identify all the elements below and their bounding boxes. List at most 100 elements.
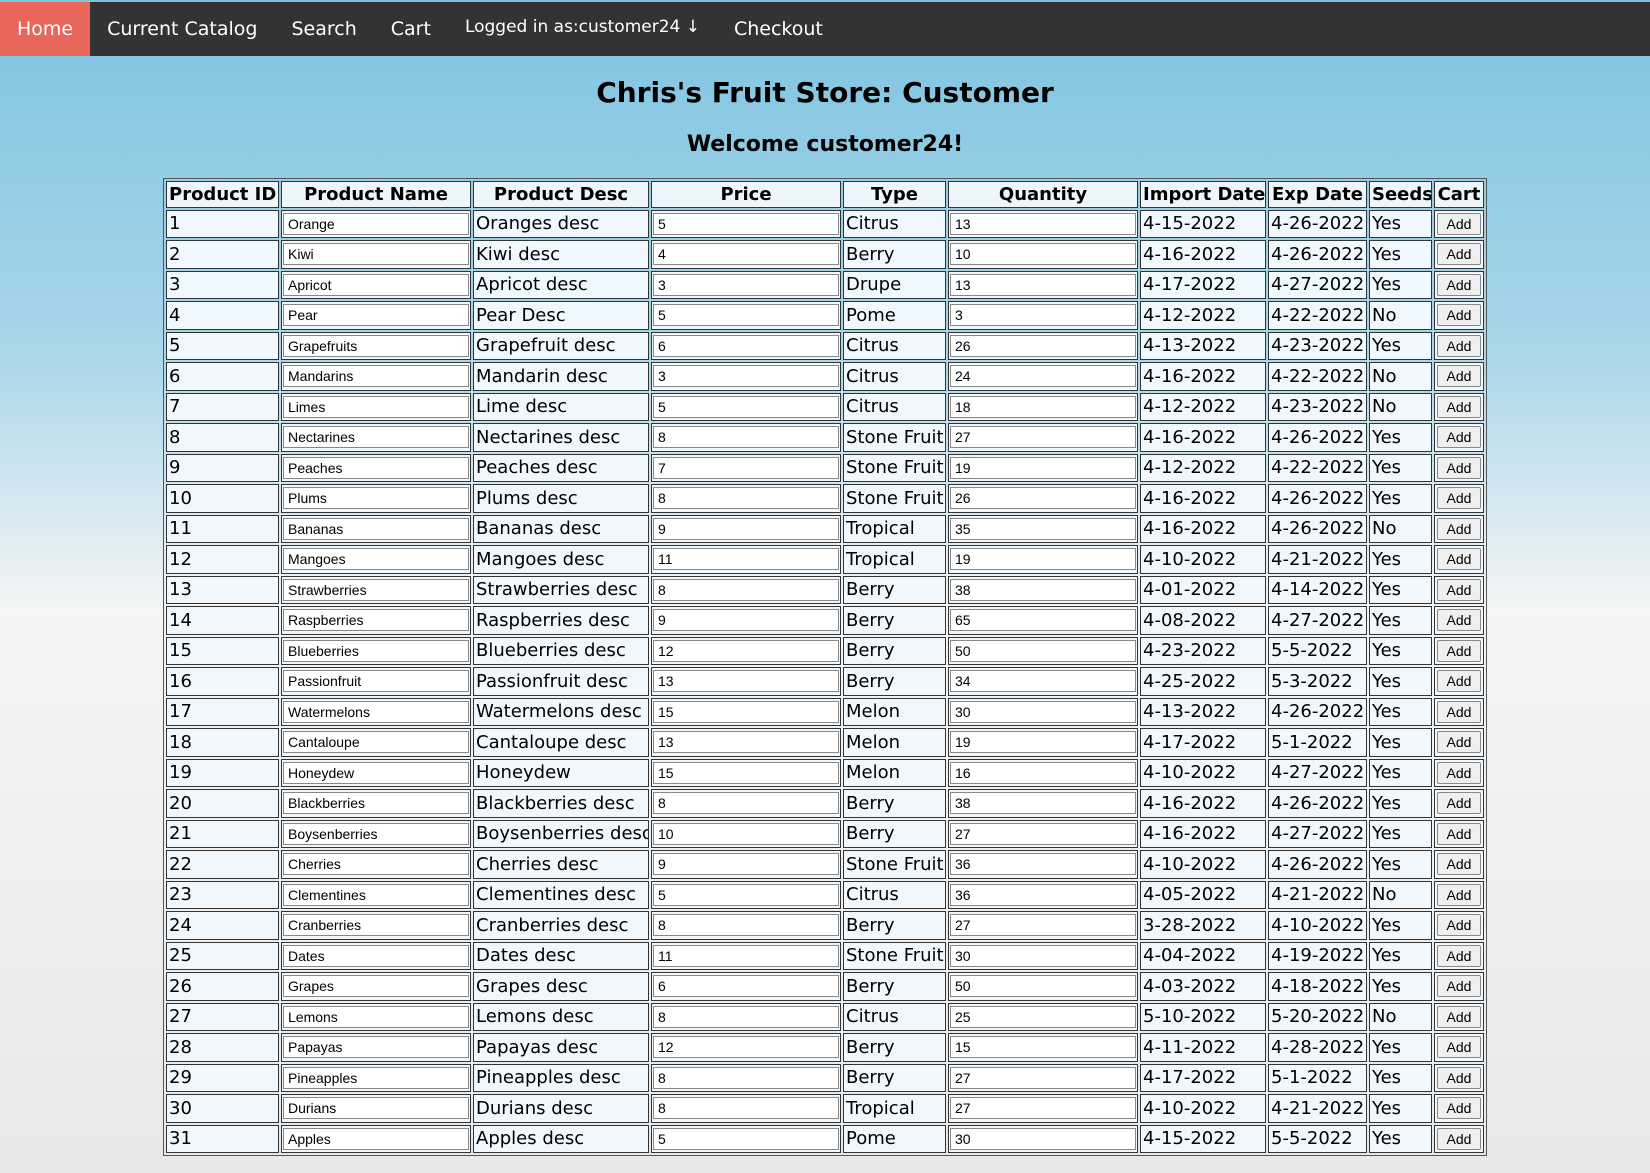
price-input[interactable]	[653, 700, 839, 723]
quantity-input[interactable]	[950, 792, 1136, 815]
price-input[interactable]	[653, 975, 839, 998]
product-name-input[interactable]	[283, 487, 469, 510]
price-input[interactable]	[653, 243, 839, 266]
product-name-input[interactable]	[283, 853, 469, 876]
product-name-input[interactable]	[283, 1127, 469, 1150]
product-name-input[interactable]	[283, 914, 469, 937]
add-to-cart-button[interactable]: Add	[1437, 1066, 1481, 1089]
add-to-cart-button[interactable]: Add	[1437, 792, 1481, 815]
quantity-input[interactable]	[950, 365, 1136, 388]
price-input[interactable]	[653, 670, 839, 693]
product-name-input[interactable]	[283, 395, 469, 418]
nav-checkout-link[interactable]: Checkout	[717, 2, 840, 56]
add-to-cart-button[interactable]: Add	[1437, 1127, 1481, 1150]
quantity-input[interactable]	[950, 334, 1136, 357]
price-input[interactable]	[653, 822, 839, 845]
quantity-input[interactable]	[950, 883, 1136, 906]
product-name-input[interactable]	[283, 944, 469, 967]
add-to-cart-button[interactable]: Add	[1437, 1097, 1481, 1120]
quantity-input[interactable]	[950, 487, 1136, 510]
add-to-cart-button[interactable]: Add	[1437, 944, 1481, 967]
product-name-input[interactable]	[283, 273, 469, 296]
product-name-input[interactable]	[283, 792, 469, 815]
price-input[interactable]	[653, 1097, 839, 1120]
product-name-input[interactable]	[283, 883, 469, 906]
product-name-input[interactable]	[283, 609, 469, 632]
add-to-cart-button[interactable]: Add	[1437, 639, 1481, 662]
price-input[interactable]	[653, 365, 839, 388]
product-name-input[interactable]	[283, 670, 469, 693]
add-to-cart-button[interactable]: Add	[1437, 1005, 1481, 1028]
price-input[interactable]	[653, 853, 839, 876]
product-name-input[interactable]	[283, 426, 469, 449]
product-name-input[interactable]	[283, 1005, 469, 1028]
product-name-input[interactable]	[283, 365, 469, 388]
product-name-input[interactable]	[283, 822, 469, 845]
add-to-cart-button[interactable]: Add	[1437, 487, 1481, 510]
quantity-input[interactable]	[950, 212, 1136, 235]
add-to-cart-button[interactable]: Add	[1437, 334, 1481, 357]
quantity-input[interactable]	[950, 1127, 1136, 1150]
price-input[interactable]	[653, 487, 839, 510]
quantity-input[interactable]	[950, 1097, 1136, 1120]
product-name-input[interactable]	[283, 1066, 469, 1089]
add-to-cart-button[interactable]: Add	[1437, 304, 1481, 327]
price-input[interactable]	[653, 883, 839, 906]
product-name-input[interactable]	[283, 334, 469, 357]
quantity-input[interactable]	[950, 1005, 1136, 1028]
quantity-input[interactable]	[950, 1066, 1136, 1089]
product-name-input[interactable]	[283, 243, 469, 266]
nav-cart-link[interactable]: Cart	[374, 2, 448, 56]
add-to-cart-button[interactable]: Add	[1437, 517, 1481, 540]
product-name-input[interactable]	[283, 1097, 469, 1120]
add-to-cart-button[interactable]: Add	[1437, 273, 1481, 296]
quantity-input[interactable]	[950, 1036, 1136, 1059]
add-to-cart-button[interactable]: Add	[1437, 426, 1481, 449]
price-input[interactable]	[653, 395, 839, 418]
quantity-input[interactable]	[950, 639, 1136, 662]
quantity-input[interactable]	[950, 731, 1136, 754]
add-to-cart-button[interactable]: Add	[1437, 700, 1481, 723]
add-to-cart-button[interactable]: Add	[1437, 365, 1481, 388]
price-input[interactable]	[653, 731, 839, 754]
price-input[interactable]	[653, 212, 839, 235]
add-to-cart-button[interactable]: Add	[1437, 731, 1481, 754]
product-name-input[interactable]	[283, 304, 469, 327]
quantity-input[interactable]	[950, 456, 1136, 479]
price-input[interactable]	[653, 1127, 839, 1150]
price-input[interactable]	[653, 792, 839, 815]
add-to-cart-button[interactable]: Add	[1437, 883, 1481, 906]
add-to-cart-button[interactable]: Add	[1437, 548, 1481, 571]
quantity-input[interactable]	[950, 944, 1136, 967]
add-to-cart-button[interactable]: Add	[1437, 395, 1481, 418]
quantity-input[interactable]	[950, 273, 1136, 296]
product-name-input[interactable]	[283, 1036, 469, 1059]
quantity-input[interactable]	[950, 670, 1136, 693]
product-name-input[interactable]	[283, 639, 469, 662]
product-name-input[interactable]	[283, 975, 469, 998]
price-input[interactable]	[653, 548, 839, 571]
product-name-input[interactable]	[283, 212, 469, 235]
price-input[interactable]	[653, 426, 839, 449]
price-input[interactable]	[653, 1036, 839, 1059]
quantity-input[interactable]	[950, 395, 1136, 418]
quantity-input[interactable]	[950, 975, 1136, 998]
quantity-input[interactable]	[950, 914, 1136, 937]
add-to-cart-button[interactable]: Add	[1437, 670, 1481, 693]
quantity-input[interactable]	[950, 761, 1136, 784]
product-name-input[interactable]	[283, 548, 469, 571]
price-input[interactable]	[653, 517, 839, 540]
price-input[interactable]	[653, 273, 839, 296]
quantity-input[interactable]	[950, 822, 1136, 845]
quantity-input[interactable]	[950, 578, 1136, 601]
add-to-cart-button[interactable]: Add	[1437, 609, 1481, 632]
product-name-input[interactable]	[283, 456, 469, 479]
price-input[interactable]	[653, 578, 839, 601]
product-name-input[interactable]	[283, 517, 469, 540]
price-input[interactable]	[653, 609, 839, 632]
quantity-input[interactable]	[950, 243, 1136, 266]
quantity-input[interactable]	[950, 853, 1136, 876]
quantity-input[interactable]	[950, 548, 1136, 571]
price-input[interactable]	[653, 761, 839, 784]
add-to-cart-button[interactable]: Add	[1437, 822, 1481, 845]
